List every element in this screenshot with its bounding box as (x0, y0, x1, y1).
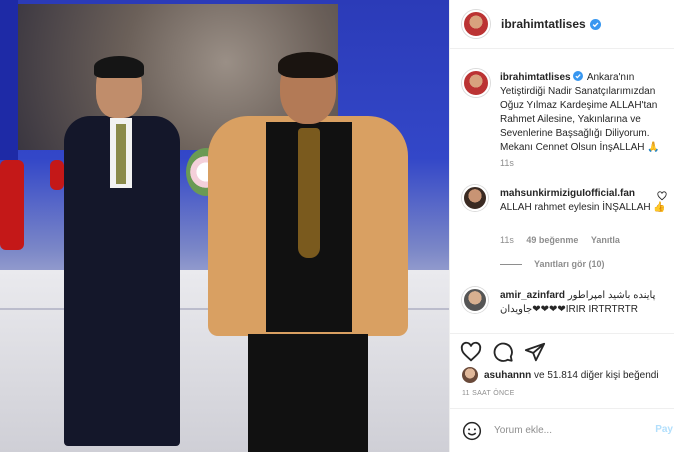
post-sidebar: ibrahimtatlises ibrahimtatlises Ankara'n… (449, 0, 674, 452)
caption-text: Ankara'nın Yetiştirdiği Nadir Sanatçılar… (500, 72, 660, 153)
caption-author-avatar[interactable] (462, 69, 490, 97)
comment-username[interactable]: mahsunkirmiziguIofficial.fan (500, 188, 635, 199)
comment-row: amir_azinfard پاینده باشید امپراطور جاوی… (462, 287, 667, 332)
caption-meta: 11s (500, 158, 524, 168)
verified-badge-icon (572, 71, 583, 81)
author-username[interactable]: ibrahimtatlises (501, 17, 586, 31)
author-avatar[interactable] (462, 10, 490, 38)
red-chair-left (0, 160, 24, 250)
caption-row: ibrahimtatlises Ankara'nın Yetiştirdiği … (462, 69, 667, 169)
comment-like-heart-icon[interactable] (657, 191, 667, 201)
caption-time[interactable]: 11s (500, 158, 514, 168)
comment-meta: 11s 49 beğenme Yanıtla (500, 235, 630, 245)
comment-input[interactable]: Yorum ekle... (494, 425, 552, 436)
comment-row: mahsunkirmiziguIofficial.fan ALLAH rahme… (462, 185, 667, 275)
stage-background-left (0, 0, 18, 160)
liker-username[interactable]: asuhannn (484, 370, 531, 381)
comment-text: ALLAH rahmet eylesin İNŞALLAH 👍 (500, 202, 666, 213)
heart-icon[interactable] (460, 341, 482, 363)
post-media[interactable] (0, 0, 449, 452)
video-frame[interactable] (0, 0, 449, 452)
verified-badge-icon (589, 18, 601, 30)
comment-like-count[interactable]: 49 beğenme (526, 235, 578, 245)
man-in-tan-jacket (208, 52, 408, 452)
commenter-avatar[interactable] (462, 185, 488, 211)
likes-count-text[interactable]: ve 51.814 diğer kişi beğendi (534, 370, 659, 381)
comment-icon[interactable] (492, 341, 514, 363)
share-icon[interactable] (524, 341, 546, 363)
likes-summary[interactable]: asuhannn ve 51.814 diğer kişi beğendi (462, 366, 659, 384)
man-in-dark-suit (64, 56, 184, 448)
add-comment-bar: Yorum ekle... Pay (450, 408, 674, 452)
view-replies-button[interactable]: Yanıtları gör (10) (500, 259, 605, 269)
comment-username[interactable]: amir_azinfard (500, 290, 565, 301)
commenter-avatar[interactable] (462, 287, 488, 313)
post-comment-button[interactable]: Pay (655, 424, 673, 435)
caption-text-block: ibrahimtatlises Ankara'nın Yetiştirdiği … (500, 71, 668, 155)
caption-username[interactable]: ibrahimtatlises (500, 72, 571, 83)
red-chair-mid (50, 160, 64, 190)
liker-avatar (462, 367, 478, 383)
reply-button[interactable]: Yanıtla (591, 235, 620, 245)
view-replies-label: Yanıtları gör (10) (534, 259, 605, 269)
emoji-icon[interactable] (462, 421, 482, 441)
comments-list[interactable]: ibrahimtatlises Ankara'nın Yetiştirdiği … (450, 49, 674, 332)
comment-time[interactable]: 11s (500, 235, 514, 245)
post-header: ibrahimtatlises (450, 0, 674, 49)
replies-divider (500, 263, 522, 265)
comment-text-block: mahsunkirmiziguIofficial.fan ALLAH rahme… (500, 187, 668, 215)
comment-text-block: amir_azinfard پاینده باشید امپراطور جاوی… (500, 289, 668, 317)
post-action-bar (450, 333, 674, 369)
post-timestamp[interactable]: 11 SAAT ÖNCE (462, 390, 515, 397)
